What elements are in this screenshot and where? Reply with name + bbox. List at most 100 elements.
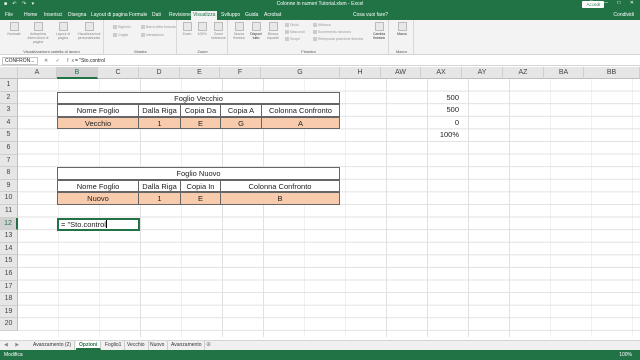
reset-window-position-button[interactable]: Reimposta posizione finestra <box>313 37 363 41</box>
tab-acrobat[interactable]: Acrobat <box>262 11 283 20</box>
table-old-value[interactable]: 1 <box>138 116 181 130</box>
view-side-by-side-button[interactable]: Affianca <box>313 23 331 27</box>
tab-inserisci[interactable]: Inserisci <box>42 11 64 20</box>
sheet-tab[interactable]: Foglio1 <box>102 341 126 350</box>
zoom-level[interactable]: 100% <box>619 350 632 360</box>
sheet-tab[interactable]: Vecchio <box>124 341 149 350</box>
table-old-header[interactable]: Colonna Confronto <box>261 104 340 117</box>
cell-value[interactable]: 500 <box>421 104 462 117</box>
table-new-value[interactable]: Nuovo <box>57 192 139 205</box>
table-new-header[interactable]: Dalla Riga <box>138 179 181 193</box>
row-header[interactable]: 14 <box>0 242 18 256</box>
arrange-all-button[interactable]: Disponi tutto <box>248 22 264 40</box>
zoom-button[interactable]: Zoom <box>180 22 194 36</box>
tab-formule[interactable]: Formule <box>127 11 149 20</box>
column-header[interactable]: B <box>57 67 98 79</box>
row-header[interactable]: 3 <box>0 104 18 117</box>
row-header[interactable]: 20 <box>0 318 18 331</box>
row-header[interactable]: 19 <box>0 305 18 319</box>
table-old-value[interactable]: E <box>180 116 221 130</box>
column-header[interactable]: BB <box>584 67 640 79</box>
row-header[interactable]: 17 <box>0 280 18 294</box>
cell-value[interactable]: 0 <box>421 117 462 130</box>
tab-layout-di-pagina[interactable]: Layout di pagina <box>89 11 130 20</box>
unhide-button[interactable]: Scopri <box>285 37 300 41</box>
row-header[interactable]: 6 <box>0 142 18 155</box>
row-header[interactable]: 13 <box>0 230 18 243</box>
zoom-100-button[interactable]: 100% <box>195 22 209 36</box>
tab-file[interactable]: File <box>3 11 15 20</box>
normal-view-button[interactable]: Normale <box>4 22 24 36</box>
row-header[interactable]: 2 <box>0 91 18 105</box>
headings-checkbox[interactable]: Intestazioni <box>141 33 164 37</box>
sheet-tab[interactable]: Nuovo <box>147 341 169 350</box>
zoom-selection-button[interactable]: Zoom selezione <box>210 22 227 40</box>
column-header[interactable]: G <box>261 67 340 79</box>
column-header[interactable]: AZ <box>503 67 544 79</box>
table-old-header[interactable]: Nome Foglio <box>57 104 139 117</box>
column-header[interactable]: AW <box>381 67 421 79</box>
table-old-value[interactable]: Vecchio <box>57 116 139 130</box>
name-box[interactable]: CONFRON... <box>2 57 38 65</box>
column-header[interactable]: F <box>220 67 261 79</box>
row-header[interactable]: 10 <box>0 192 18 205</box>
table-old-header[interactable]: Copia A <box>220 104 262 117</box>
freeze-panes-button[interactable]: Blocca riquadri <box>265 22 281 40</box>
table-old-header[interactable]: Dalla Riga <box>138 104 181 117</box>
hide-button[interactable]: Nascondi <box>285 30 305 34</box>
row-header[interactable]: 5 <box>0 129 18 142</box>
table-new-value[interactable]: E <box>180 192 221 205</box>
table-new-value[interactable]: B <box>220 192 340 205</box>
sheet-nav-arrows[interactable]: ◀ ▶ <box>4 341 22 350</box>
formula-input[interactable]: = "Sto.control <box>72 57 638 65</box>
split-button[interactable]: Dividi <box>285 23 299 27</box>
column-header[interactable]: A <box>18 67 57 79</box>
cell-value[interactable]: 100% <box>421 129 462 142</box>
row-header[interactable]: 4 <box>0 116 18 130</box>
tab-home[interactable]: Home <box>22 11 39 20</box>
macro-button[interactable]: Macro <box>393 22 411 36</box>
new-window-button[interactable]: Nuova finestra <box>231 22 247 40</box>
add-sheet-icon[interactable]: ⊕ <box>206 341 211 350</box>
table-old-header[interactable]: Copia Da <box>180 104 221 117</box>
table-new-value[interactable]: 1 <box>138 192 181 205</box>
formula-bar-checkbox[interactable]: Barra della formula <box>141 25 176 29</box>
row-header[interactable]: 8 <box>0 167 18 180</box>
tab-dati[interactable]: Dati <box>150 11 163 20</box>
column-header[interactable]: E <box>180 67 220 79</box>
switch-windows-button[interactable]: Cambia finestra <box>370 22 388 40</box>
table-old-title[interactable]: Foglio Vecchio <box>57 91 340 105</box>
page-layout-button[interactable]: Layout di pagina <box>52 22 74 40</box>
tab-disegna[interactable]: Disegna <box>66 11 88 20</box>
table-old-value[interactable]: A <box>261 116 340 130</box>
row-header[interactable]: 9 <box>0 179 18 193</box>
column-header[interactable]: D <box>139 67 180 79</box>
column-header[interactable]: AY <box>462 67 503 79</box>
active-cell-editor[interactable]: = "Sto.control <box>57 218 140 231</box>
column-header[interactable]: H <box>340 67 381 79</box>
sheet-tab-active[interactable]: Opzioni <box>76 341 102 350</box>
tab-sviluppo[interactable]: Sviluppo <box>219 11 242 20</box>
sheet-tab[interactable]: Avanzamento (2) <box>30 341 75 350</box>
synchronous-scrolling-button[interactable]: Scorrimento sincrono <box>313 30 351 34</box>
tab-guida[interactable]: Guida <box>243 11 260 20</box>
custom-views-button[interactable]: Visualizzazioni personalizzate <box>76 22 102 40</box>
tab-revisione[interactable]: Revisione <box>167 11 193 20</box>
table-new-title[interactable]: Foglio Nuovo <box>57 167 340 180</box>
select-all-corner[interactable] <box>0 67 18 79</box>
table-new-header[interactable]: Copia In <box>180 179 221 193</box>
row-header[interactable]: 12 <box>0 217 18 231</box>
share-button[interactable]: Condividi <box>613 11 634 20</box>
gridlines-checkbox[interactable]: Griglia <box>113 33 128 37</box>
row-header[interactable]: 15 <box>0 255 18 268</box>
window-controls[interactable]: ▢ — □ ✕ <box>589 0 638 6</box>
table-old-value[interactable]: G <box>220 116 262 130</box>
tell-me-search[interactable]: Cosa vuoi fare? <box>353 11 388 20</box>
table-new-header[interactable]: Nome Foglio <box>57 179 139 193</box>
row-header[interactable]: 1 <box>0 79 18 92</box>
row-header[interactable]: 16 <box>0 268 18 281</box>
row-header[interactable]: 7 <box>0 154 18 168</box>
cell-value[interactable]: 500 <box>421 92 462 105</box>
table-new-header[interactable]: Colonna Confronto <box>220 179 340 193</box>
ruler-checkbox[interactable]: Righello <box>113 25 131 29</box>
